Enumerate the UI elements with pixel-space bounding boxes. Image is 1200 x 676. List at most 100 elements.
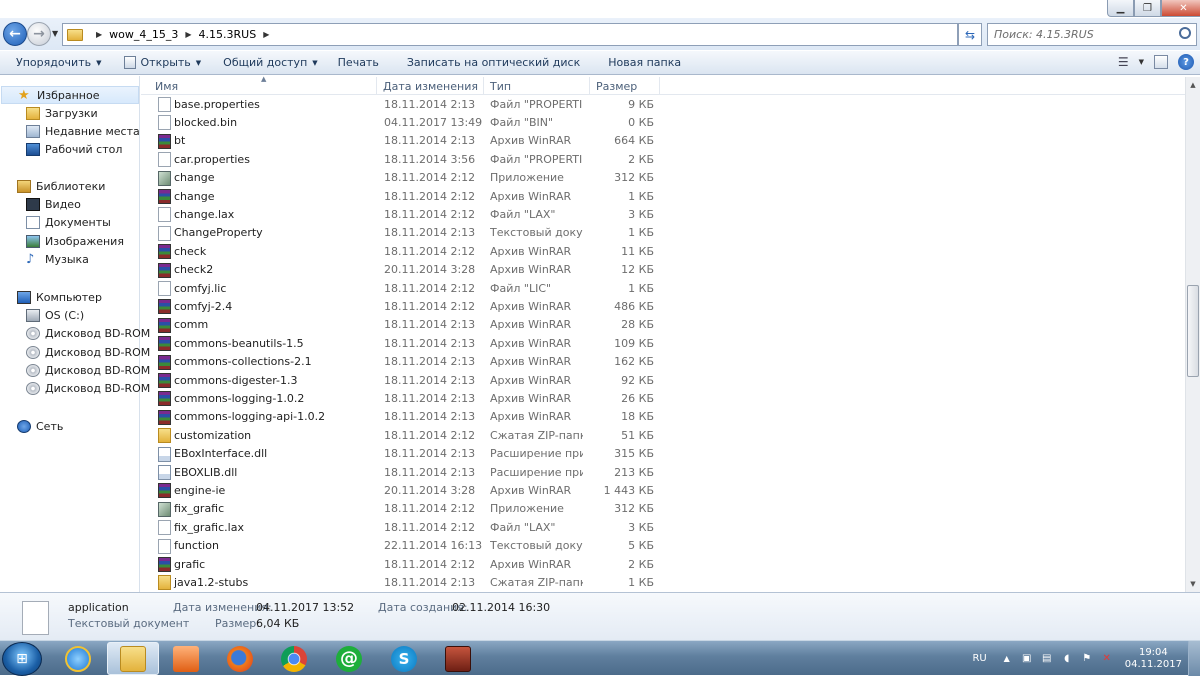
file-row[interactable]: commons-beanutils-1.5 18.11.2014 2:13 Архи… bbox=[141, 334, 661, 352]
taskbar-chrome[interactable] bbox=[268, 642, 320, 675]
scroll-up-icon[interactable]: ▲ bbox=[1186, 77, 1200, 93]
chevron-down-icon[interactable]: ▼ bbox=[1139, 58, 1144, 66]
view-list-icon[interactable]: ☰ bbox=[1118, 55, 1129, 69]
volume-icon[interactable]: ◖ bbox=[1061, 653, 1073, 665]
network-icon bbox=[17, 419, 31, 433]
help-icon[interactable]: ? bbox=[1178, 54, 1194, 70]
taskbar-game[interactable] bbox=[432, 642, 484, 675]
file-row[interactable]: java1.2-stubs 18.11.2014 2:13 Сжатая ZIP-п… bbox=[141, 573, 661, 591]
taskbar-ie[interactable] bbox=[52, 642, 104, 675]
chevron-right-icon[interactable]: ▶ bbox=[185, 30, 191, 39]
taskbar-explorer[interactable] bbox=[107, 642, 159, 675]
chevron-right-icon[interactable]: ▶ bbox=[263, 30, 269, 39]
tray-app-icon[interactable]: ▣ bbox=[1021, 653, 1033, 665]
search-icon[interactable] bbox=[1179, 27, 1191, 39]
vertical-scrollbar[interactable]: ▲ ▼ bbox=[1185, 77, 1200, 592]
file-row[interactable]: commons-digester-1.3 18.11.2014 2:13 Архив… bbox=[141, 371, 661, 389]
file-row[interactable]: change.lax 18.11.2014 2:12 Файл "LAX" 3 КБ bbox=[141, 205, 661, 223]
file-row[interactable]: check 18.11.2014 2:12 Архив WinRAR 11 КБ bbox=[141, 242, 661, 260]
start-button[interactable]: ⊞ bbox=[2, 642, 42, 676]
maximize-button[interactable]: ❐ bbox=[1134, 0, 1161, 17]
preview-pane-icon[interactable] bbox=[1154, 55, 1168, 69]
address-bar[interactable]: ▶ wow_4_15_3 ▶ 4.15.3RUS ▶ bbox=[62, 23, 958, 46]
file-row[interactable]: bt 18.11.2014 2:13 Архив WinRAR 664 КБ bbox=[141, 132, 661, 150]
file-row[interactable]: change 18.11.2014 2:12 Архив WinRAR 1 КБ bbox=[141, 187, 661, 205]
search-input[interactable]: Поиск: 4.15.3RUS bbox=[987, 23, 1197, 46]
nav-network[interactable]: Сеть bbox=[17, 417, 63, 435]
file-row[interactable]: comfyj-2.4 18.11.2014 2:12 Архив WinRAR 486… bbox=[141, 297, 661, 315]
nav-bd-rom[interactable]: Дисковод BD-ROM bbox=[26, 324, 150, 342]
file-size: 5 КБ bbox=[628, 539, 654, 553]
file-row[interactable]: commons-logging-api-1.0.2 18.11.2014 2:13… bbox=[141, 408, 661, 426]
tray-app-icon[interactable]: ▤ bbox=[1041, 653, 1053, 665]
file-row[interactable]: function 22.11.2014 16:13 Текстовый докум.… bbox=[141, 537, 661, 555]
taskbar-skype[interactable]: S bbox=[378, 642, 430, 675]
column-header-date[interactable]: Дата изменения bbox=[377, 77, 484, 95]
tray-expand-icon[interactable]: ▲ bbox=[1001, 653, 1013, 665]
file-row[interactable]: car.properties 18.11.2014 3:56 Файл "PROPE… bbox=[141, 150, 661, 168]
nav-desktop[interactable]: Рабочий стол bbox=[26, 140, 122, 158]
column-header-type[interactable]: Тип bbox=[484, 77, 590, 95]
forward-button[interactable]: → bbox=[27, 22, 51, 46]
organize-button[interactable]: Упорядочить ▼ bbox=[8, 52, 110, 74]
file-row[interactable]: EBOXLIB.dll 18.11.2014 2:13 Расширение при… bbox=[141, 463, 661, 481]
file-row[interactable]: commons-collections-2.1 18.11.2014 2:13 Ар… bbox=[141, 353, 661, 371]
flag-icon[interactable]: ⚑ bbox=[1081, 653, 1093, 665]
language-indicator[interactable]: RU bbox=[972, 653, 986, 664]
nav-computer[interactable]: Компьютер bbox=[17, 288, 102, 306]
scroll-down-icon[interactable]: ▼ bbox=[1186, 576, 1200, 592]
nav-bd-rom[interactable]: Дисковод BD-ROM bbox=[26, 361, 150, 379]
scroll-thumb[interactable] bbox=[1187, 285, 1199, 377]
file-row[interactable]: base.properties 18.11.2014 2:13 Файл "PROP… bbox=[141, 95, 661, 113]
nav-drive-c[interactable]: OS (C:) bbox=[26, 306, 84, 324]
column-header-size[interactable]: Размер bbox=[590, 77, 660, 95]
breadcrumb-item[interactable]: wow_4_15_3 bbox=[109, 28, 178, 41]
nav-video[interactable]: Видео bbox=[26, 195, 81, 213]
file-row[interactable]: change 18.11.2014 2:12 Приложение 312 КБ bbox=[141, 169, 661, 187]
nav-bd-rom[interactable]: Дисковод BD-ROM bbox=[26, 379, 150, 397]
network-disconnected-icon[interactable]: ✕ bbox=[1101, 653, 1113, 665]
nav-pictures[interactable]: Изображения bbox=[26, 232, 124, 250]
file-name: check2 bbox=[174, 263, 214, 277]
file-row[interactable]: engine-ie 20.11.2014 3:28 Архив WinRAR 1 44… bbox=[141, 481, 661, 499]
burn-button[interactable]: Записать на оптический диск bbox=[399, 52, 588, 74]
open-button[interactable]: Открыть ▼ bbox=[116, 52, 210, 74]
taskbar-mailru-agent[interactable]: @ bbox=[323, 642, 375, 675]
file-row[interactable]: EBoxInterface.dll 18.11.2014 2:13 Расширен… bbox=[141, 445, 661, 463]
file-row[interactable]: blocked.bin 04.11.2017 13:49 Файл "BIN" 0 К… bbox=[141, 113, 661, 131]
file-row[interactable]: grafic 18.11.2014 2:12 Архив WinRAR 2 КБ bbox=[141, 555, 661, 573]
nav-music[interactable]: ♪ Музыка bbox=[26, 250, 89, 268]
file-size: 1 КБ bbox=[628, 189, 654, 203]
print-button[interactable]: Печать bbox=[330, 52, 387, 74]
file-row[interactable]: commons-logging-1.0.2 18.11.2014 2:13 Архи… bbox=[141, 389, 661, 407]
nav-recent[interactable]: Недавние места bbox=[26, 122, 140, 140]
nav-downloads[interactable]: Загрузки bbox=[26, 104, 98, 122]
new-folder-button[interactable]: Новая папка bbox=[600, 52, 689, 74]
file-row[interactable]: customization 18.11.2014 2:12 Сжатая ZIP-п… bbox=[141, 426, 661, 444]
file-size: 1 КБ bbox=[628, 226, 654, 240]
file-row[interactable]: ChangeProperty 18.11.2014 2:13 Текстовый д… bbox=[141, 224, 661, 242]
chevron-right-icon[interactable]: ▶ bbox=[96, 30, 102, 39]
minimize-button[interactable]: ▁ bbox=[1107, 0, 1134, 17]
file-row[interactable]: comfyj.lic 18.11.2014 2:12 Файл "LIC" 1 КБ bbox=[141, 279, 661, 297]
close-button[interactable]: ✕ bbox=[1161, 0, 1200, 17]
clock[interactable]: 19:04 04.11.2017 bbox=[1125, 647, 1182, 671]
file-name: check bbox=[174, 244, 207, 258]
taskbar-media[interactable] bbox=[160, 642, 212, 675]
taskbar-firefox[interactable] bbox=[214, 642, 266, 675]
share-button[interactable]: Общий доступ ▼ bbox=[215, 52, 325, 74]
back-button[interactable]: ← bbox=[3, 22, 27, 46]
nav-documents[interactable]: Документы bbox=[26, 213, 111, 231]
file-row[interactable]: fix_grafic.lax 18.11.2014 2:12 Файл "LAX" 3… bbox=[141, 518, 661, 536]
nav-favorites[interactable]: ★ Избранное bbox=[1, 86, 139, 104]
file-row[interactable]: fix_grafic 18.11.2014 2:12 Приложение 312 К… bbox=[141, 500, 661, 518]
breadcrumb-item[interactable]: 4.15.3RUS bbox=[199, 28, 257, 41]
history-dropdown-icon[interactable]: ▼ bbox=[52, 29, 58, 38]
file-row[interactable]: check2 20.11.2014 3:28 Архив WinRAR 12 КБ bbox=[141, 261, 661, 279]
refresh-button[interactable]: ⇆ bbox=[958, 23, 982, 46]
nav-libraries[interactable]: Библиотеки bbox=[17, 177, 105, 195]
column-header-name[interactable]: Имя bbox=[141, 77, 377, 95]
nav-bd-rom[interactable]: Дисковод BD-ROM bbox=[26, 343, 150, 361]
file-row[interactable]: comm 18.11.2014 2:13 Архив WinRAR 28 КБ bbox=[141, 316, 661, 334]
show-desktop-button[interactable] bbox=[1188, 641, 1200, 676]
